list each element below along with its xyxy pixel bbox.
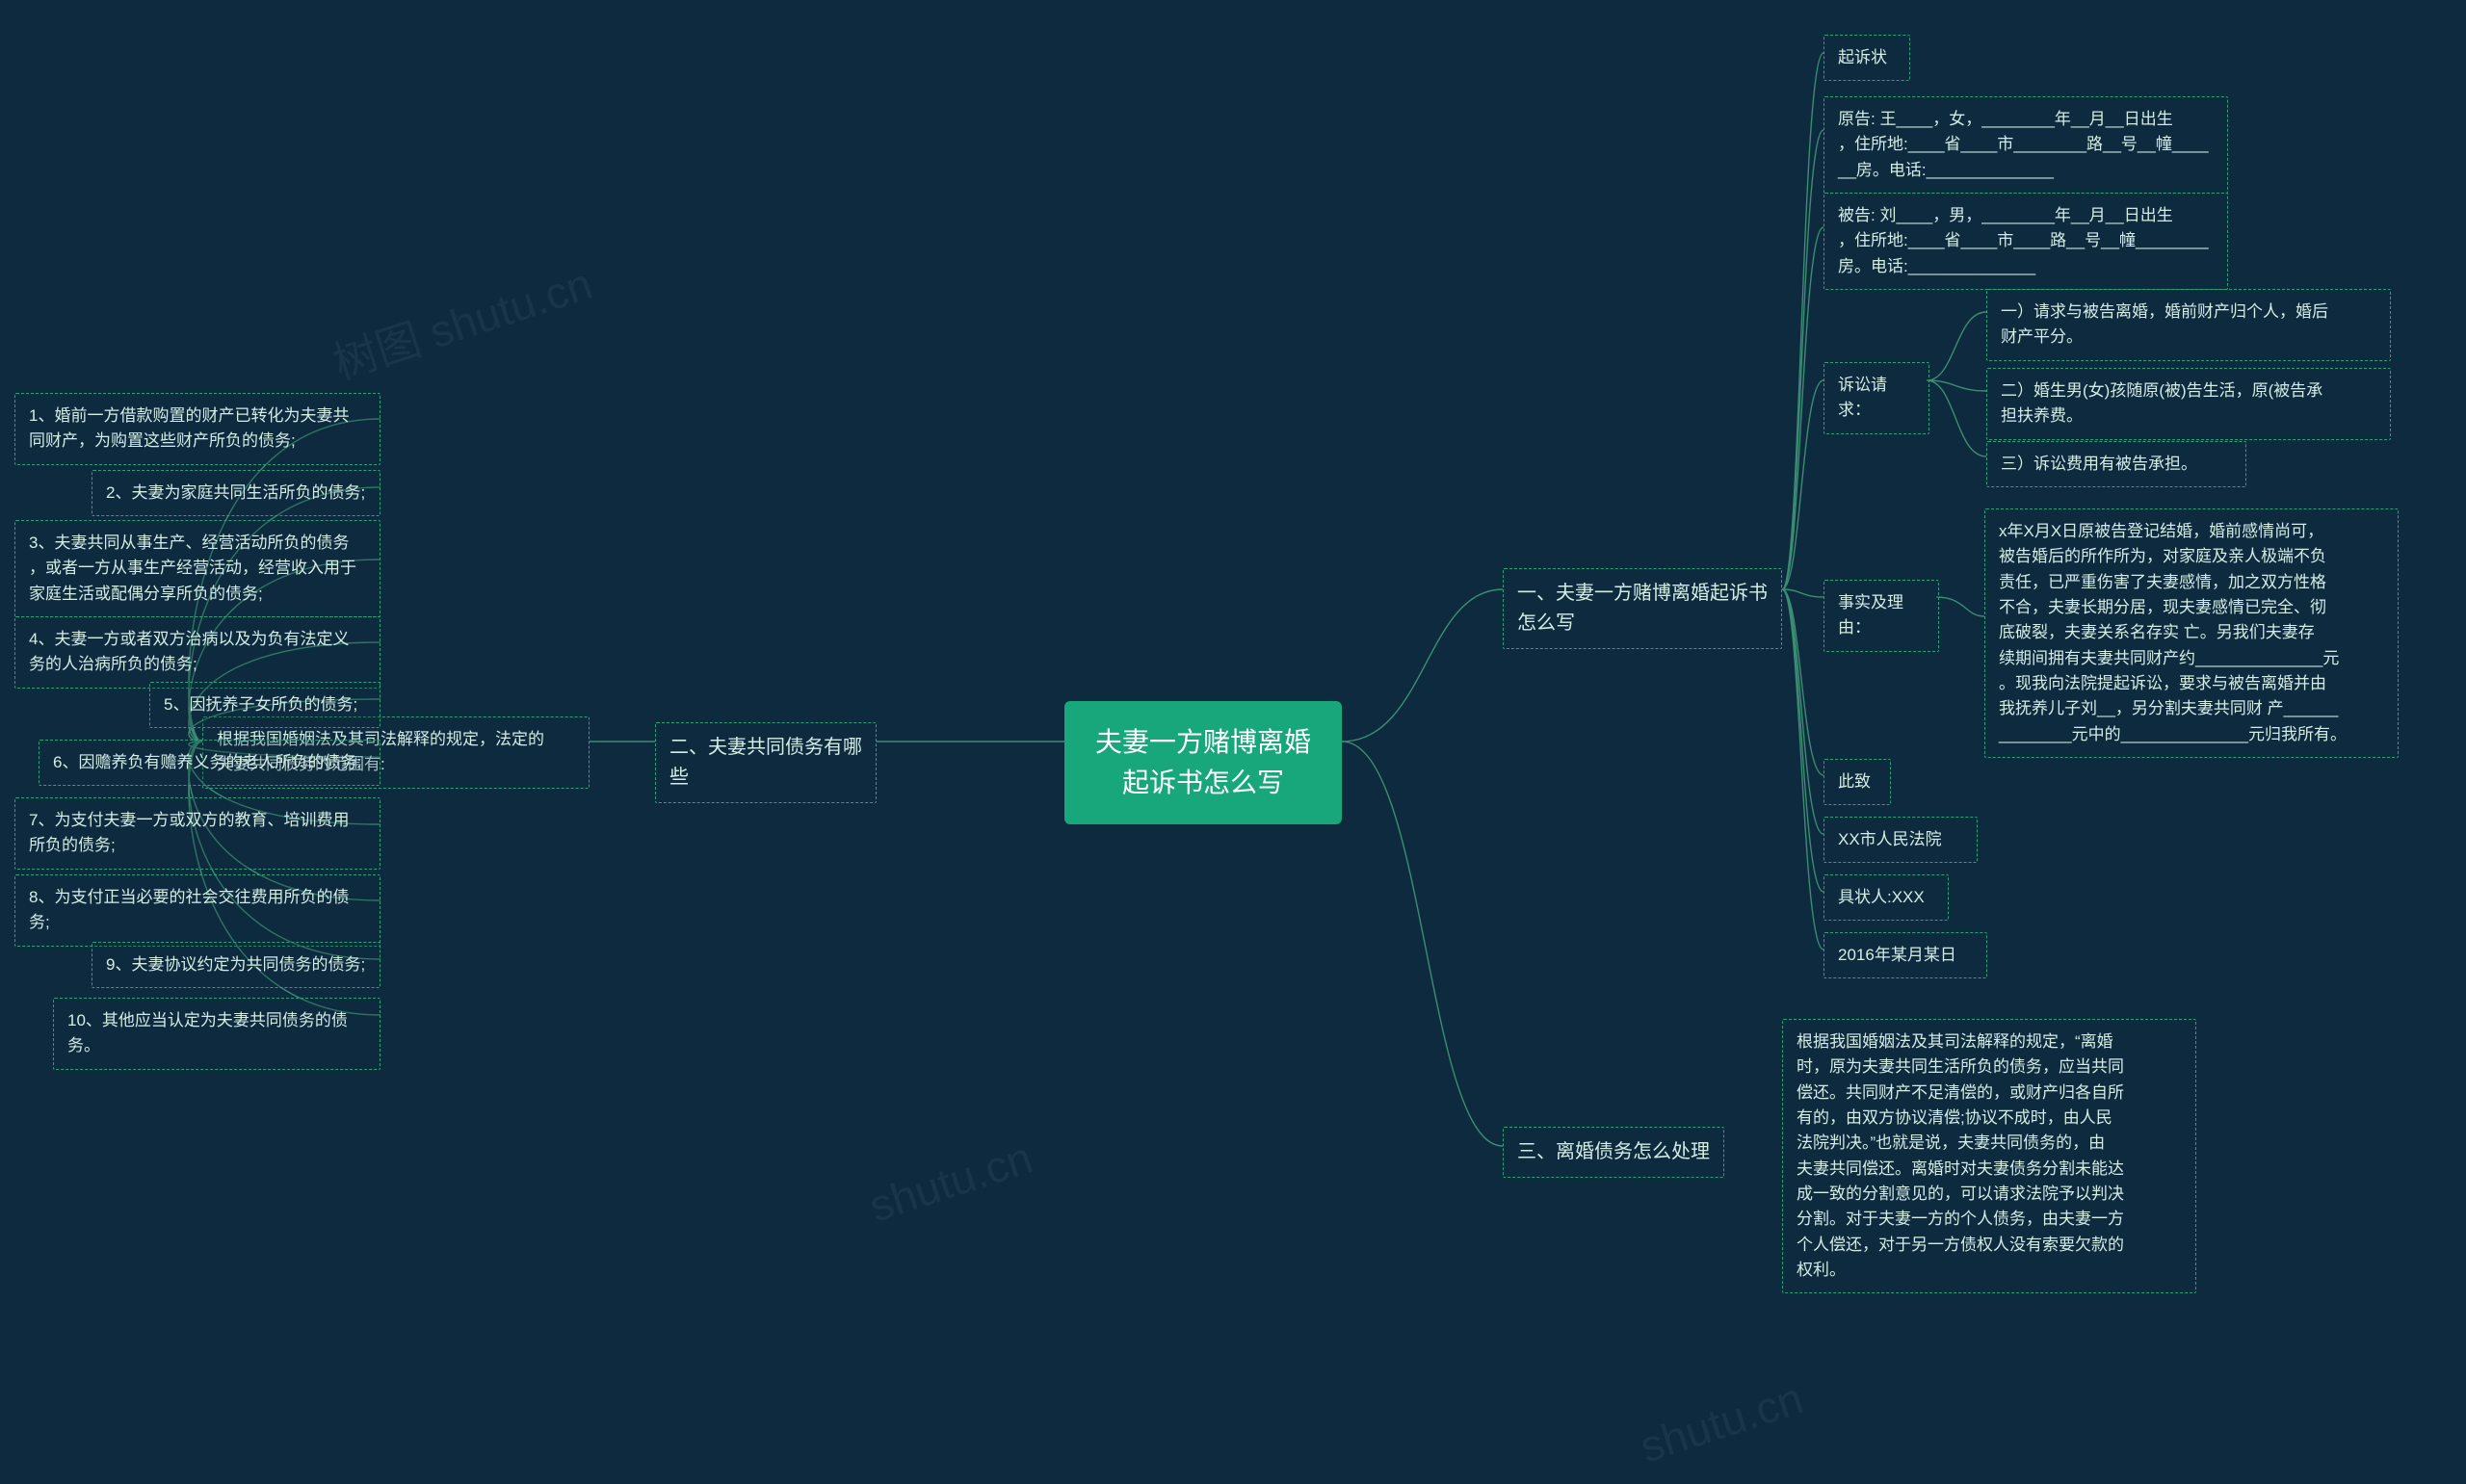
b1-susong-label: 诉讼请求： (1823, 362, 1929, 434)
b2-item-10: 10、其他应当认定为夫妻共同债务的债务。 (53, 998, 380, 1070)
watermark: shutu.cn (863, 1131, 1038, 1232)
b1-shishi-label: 事实及理由： (1823, 580, 1939, 652)
b2-item-8: 8、为支付正当必要的社会交往费用所负的债 务; (14, 874, 380, 947)
b1-susong-2: 二）婚生男(女)孩随原(被)告生活，原(被告承 担扶养费。 (1986, 368, 2391, 440)
b2-item-9: 9、夫妻协议约定为共同债务的债务; (92, 942, 380, 988)
b2-item-1: 1、婚前一方借款购置的财产已转化为夫妻共 同财产，为购置这些财产所负的债务; (14, 393, 380, 465)
b2-item-2: 2、夫妻为家庭共同生活所负的债务; (92, 470, 380, 516)
b2-item-4: 4、夫妻一方或者双方治病以及为负有法定义 务的人治病所负的债务; (14, 616, 380, 689)
branch-1-title: 一、夫妻一方赌博离婚起诉书怎么写 (1503, 568, 1782, 649)
branch-3-body: 根据我国婚姻法及其司法解释的规定，“离婚 时，原为夫妻共同生活所负的债务，应当共… (1782, 1019, 2196, 1293)
mindmap-canvas: 树图 shutu.cn shutu.cn shutu.cn (0, 0, 2466, 1484)
branch-2-title: 二、夫妻共同债务有哪些 (655, 722, 877, 803)
watermark: 树图 shutu.cn (325, 249, 599, 393)
b1-shishi-body: x年X月X日原被告登记结婚，婚前感情尚可， 被告婚后的所作所为，对家庭及亲人极端… (1984, 508, 2399, 758)
b1-riqi: 2016年某月某日 (1823, 932, 1987, 978)
b2-item-7: 7、为支付夫妻一方或双方的教育、培训费用 所负的债务; (14, 797, 380, 870)
b1-fayuan: XX市人民法院 (1823, 817, 1978, 863)
b1-defendant: 被告: 刘____，男，________年__月__日出生 ，住所地:____省… (1823, 193, 2228, 290)
b1-juzhuangren: 具状人:XXX (1823, 874, 1949, 921)
root-node: 夫妻一方赌博离婚起诉书怎么写 (1064, 701, 1342, 824)
branch-3-title: 三、离婚债务怎么处理 (1503, 1127, 1724, 1178)
b1-cizhi: 此致 (1823, 759, 1891, 805)
b2-item-3: 3、夫妻共同从事生产、经营活动所负的债务 ，或者一方从事生产经营活动，经营收入用… (14, 520, 380, 617)
b1-plaintiff: 原告: 王____，女，________年__月__日出生 ，住所地:____省… (1823, 96, 2228, 194)
b2-item-6: 6、因赡养负有赡养义务的老人所负的债务; (39, 740, 380, 786)
b2-item-5: 5、因抚养子女所负的债务; (149, 682, 380, 728)
b1-qisu: 起诉状 (1823, 35, 1910, 81)
b1-susong-1: 一）请求与被告离婚，婚前财产归个人，婚后 财产平分。 (1986, 289, 2391, 361)
b1-susong-3: 三）诉讼费用有被告承担。 (1986, 441, 2246, 487)
watermark: shutu.cn (1634, 1371, 1809, 1472)
